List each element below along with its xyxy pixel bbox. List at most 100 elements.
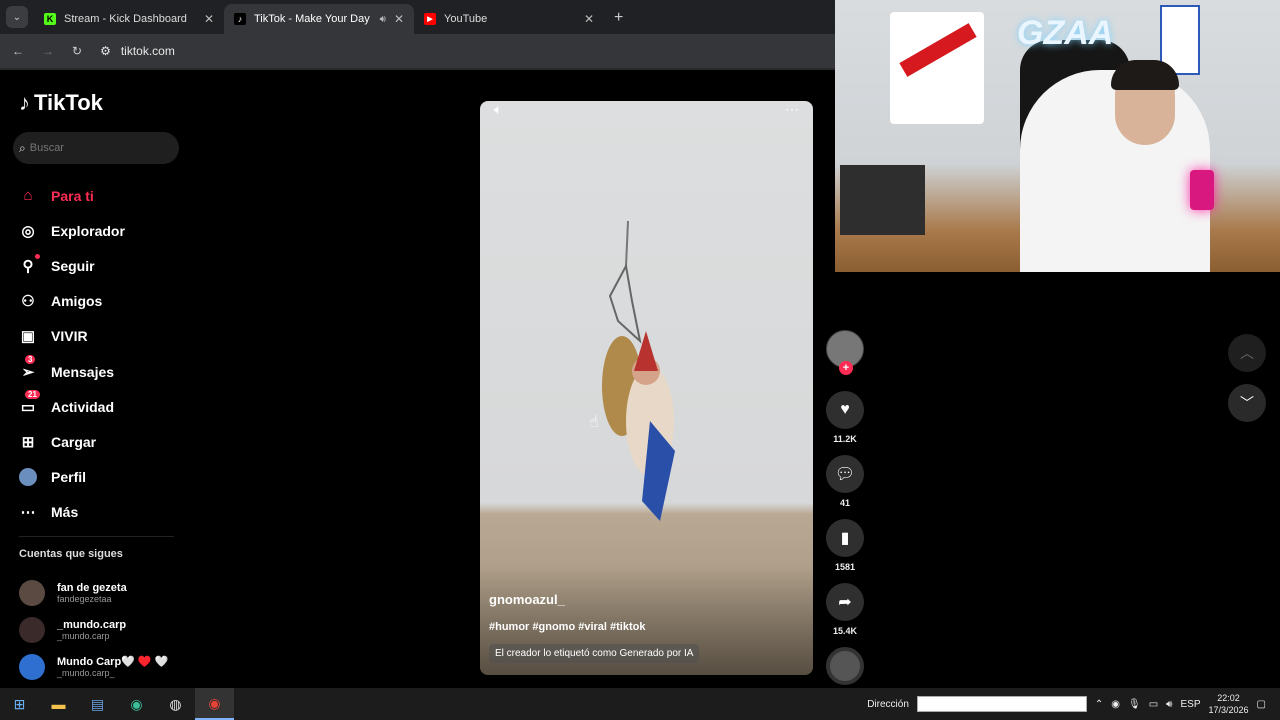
more-options-icon[interactable]: ⋯ xyxy=(785,101,799,117)
creator-avatar[interactable]: + xyxy=(826,330,864,375)
notification-icon[interactable]: ▢ xyxy=(1257,699,1266,710)
tab-title: Stream - Kick Dashboard xyxy=(64,13,187,25)
main-nav: ⌂ Para ti ◎ Explorador ⚲ Seguir ⚇ Amigos… xyxy=(19,178,125,530)
search-box[interactable]: ⌕ xyxy=(13,132,179,164)
record-icon[interactable]: ◉ xyxy=(1111,699,1120,710)
close-icon[interactable]: ✕ xyxy=(584,12,594,26)
follow-plus-icon[interactable]: + xyxy=(839,361,853,375)
tab-tiktok[interactable]: ♪ TikTok - Make Your Day 🔊︎ ✕ xyxy=(224,4,414,34)
nav-item-mas[interactable]: ⋯ Más xyxy=(19,495,125,530)
microphone-icon[interactable]: 🎙︎ xyxy=(1128,699,1141,710)
following-item[interactable]: Mundo Carp🤍 ♥️ 🤍 _mundo.carp_ xyxy=(19,648,168,685)
back-icon[interactable]: ← xyxy=(12,44,24,58)
nav-label: Actividad xyxy=(51,398,115,415)
nav-item-mensajes[interactable]: ➢ 3 Mensajes xyxy=(19,354,125,389)
windows-start-icon[interactable]: ⊞ xyxy=(0,688,39,720)
video-username[interactable]: gnomoazul_ xyxy=(489,592,699,607)
rgb-light-image xyxy=(1190,170,1214,210)
account-name: Mundo Carp🤍 ♥️ 🤍 xyxy=(57,656,169,668)
nav-item-amigos[interactable]: ⚇ Amigos xyxy=(19,284,125,319)
shelf-image xyxy=(840,165,925,235)
volume-icon[interactable]: 🔊︎ xyxy=(1166,699,1172,710)
account-handle: _mundo.carp_ xyxy=(57,668,115,678)
language-indicator[interactable]: ESP xyxy=(1180,699,1200,710)
address-toolbar-input[interactable] xyxy=(916,696,1087,712)
network-icon[interactable]: ▭ xyxy=(1149,699,1158,710)
nav-item-seguir[interactable]: ⚲ Seguir xyxy=(19,248,125,283)
nav-label: Más xyxy=(51,504,79,521)
follow-icon: ⚲ xyxy=(19,253,40,275)
upload-icon: ⊞ xyxy=(21,433,35,451)
system-tray: Dirección ⌃ ◉ 🎙︎ ▭ 🔊︎ ESP 22:02 17/3/202… xyxy=(867,688,1280,720)
chevron-up-icon[interactable]: ⌃ xyxy=(1095,699,1103,710)
nav-label: Mensajes xyxy=(51,363,115,380)
music-disc-icon[interactable] xyxy=(826,647,864,685)
forward-icon[interactable]: → xyxy=(42,44,54,58)
avatar xyxy=(19,653,45,680)
comment-count: 41 xyxy=(839,498,850,508)
obs-icon[interactable]: ◍ xyxy=(156,688,195,720)
tiktok-icon: ♪ xyxy=(19,90,30,115)
following-item[interactable]: fan de gezeta fandegezetaa xyxy=(19,574,168,611)
nav-item-para-ti[interactable]: ⌂ Para ti xyxy=(19,178,125,213)
nav-item-explorador[interactable]: ◎ Explorador xyxy=(19,213,124,248)
clock[interactable]: 22:02 17/3/2026 xyxy=(1209,692,1249,716)
reload-icon[interactable]: ↻ xyxy=(72,44,82,58)
more-icon: ⋯ xyxy=(20,504,36,522)
feed-navigation: ︿ ﹀ xyxy=(1228,334,1266,422)
tab-title: YouTube xyxy=(444,13,488,25)
nav-item-cargar[interactable]: ⊞ Cargar xyxy=(19,424,125,459)
video-player[interactable]: 🔈︎ ⋯ gnomoazul_ #humor #gnomo #viral #ti… xyxy=(480,101,813,675)
save-count: 1581 xyxy=(834,562,856,572)
new-tab-button[interactable]: + xyxy=(614,9,623,27)
account-name: fan de gezeta xyxy=(57,581,127,594)
nav-item-actividad[interactable]: ▭ 21 Actividad xyxy=(19,389,125,424)
close-icon[interactable]: ✕ xyxy=(394,12,404,26)
ai-generated-label: El creador lo etiquetó como Generado por… xyxy=(489,644,700,663)
previous-video-button[interactable]: ︿ xyxy=(1228,334,1266,372)
nav-item-vivir[interactable]: ▣ VIVIR xyxy=(19,319,125,354)
account-handle: _mundo.carp xyxy=(57,630,110,641)
account-name: _mundo.carp xyxy=(57,618,127,631)
live-icon: ▣ xyxy=(20,328,36,346)
url-text[interactable]: tiktok.com xyxy=(121,44,175,58)
volume-icon[interactable]: 🔈︎ xyxy=(494,101,502,117)
webcam-overlay: GZAA xyxy=(835,0,1280,272)
video-controls: 🔈︎ ⋯ xyxy=(480,101,813,117)
like-button[interactable]: ♥ xyxy=(826,391,864,429)
search-input[interactable] xyxy=(29,142,160,154)
bookmark-icon: ▮ xyxy=(840,530,850,547)
edge-icon[interactable]: ◉ xyxy=(117,688,156,720)
tiktok-logo[interactable]: ♪ TikTok xyxy=(19,90,103,116)
tab-kick[interactable]: K Stream - Kick Dashboard ✕ xyxy=(34,4,224,34)
share-count: 15.4K xyxy=(832,626,858,636)
tiktok-icon: ♪ xyxy=(234,13,246,25)
kick-icon: K xyxy=(44,13,56,25)
tab-youtube[interactable]: ▶ YouTube ✕ xyxy=(414,4,604,34)
nav-label: Amigos xyxy=(51,293,103,310)
share-button[interactable]: ➦ xyxy=(826,583,864,621)
message-icon: ➢ 3 xyxy=(21,354,36,381)
following-item[interactable]: _mundo.carp _mundo.carp xyxy=(19,611,168,648)
nav-item-perfil[interactable]: Perfil xyxy=(19,460,125,495)
comment-button[interactable]: 💬︎ xyxy=(826,455,864,493)
next-video-button[interactable]: ﹀ xyxy=(1228,384,1266,422)
file-explorer-icon[interactable]: ▬ xyxy=(39,688,78,720)
comment-icon: 💬︎ xyxy=(834,466,856,483)
save-button[interactable]: ▮ xyxy=(826,519,864,557)
video-meta: gnomoazul_ #humor #gnomo #viral #tiktok … xyxy=(489,592,700,663)
chevron-down-icon: ﹀ xyxy=(1240,395,1254,411)
close-icon[interactable]: ✕ xyxy=(204,12,214,26)
chrome-icon[interactable]: ◉ xyxy=(195,688,234,720)
home-icon: ⌂ xyxy=(23,187,33,205)
divider xyxy=(19,536,174,537)
following-title: Cuentas que sigues xyxy=(19,548,123,560)
site-settings-icon[interactable]: ⚙ xyxy=(100,44,111,58)
tab-search-dropdown-icon[interactable]: ⌄ xyxy=(6,6,28,28)
app-icon[interactable]: ▤ xyxy=(78,688,117,720)
speaker-icon[interactable]: 🔊︎ xyxy=(380,14,386,25)
jersey-image xyxy=(890,12,984,124)
browser-tab-bar: ⌄ K Stream - Kick Dashboard ✕ ♪ TikTok -… xyxy=(0,0,835,34)
omnibox[interactable]: ⚙ tiktok.com xyxy=(100,44,175,58)
video-hashtags[interactable]: #humor #gnomo #viral #tiktok xyxy=(489,621,699,633)
